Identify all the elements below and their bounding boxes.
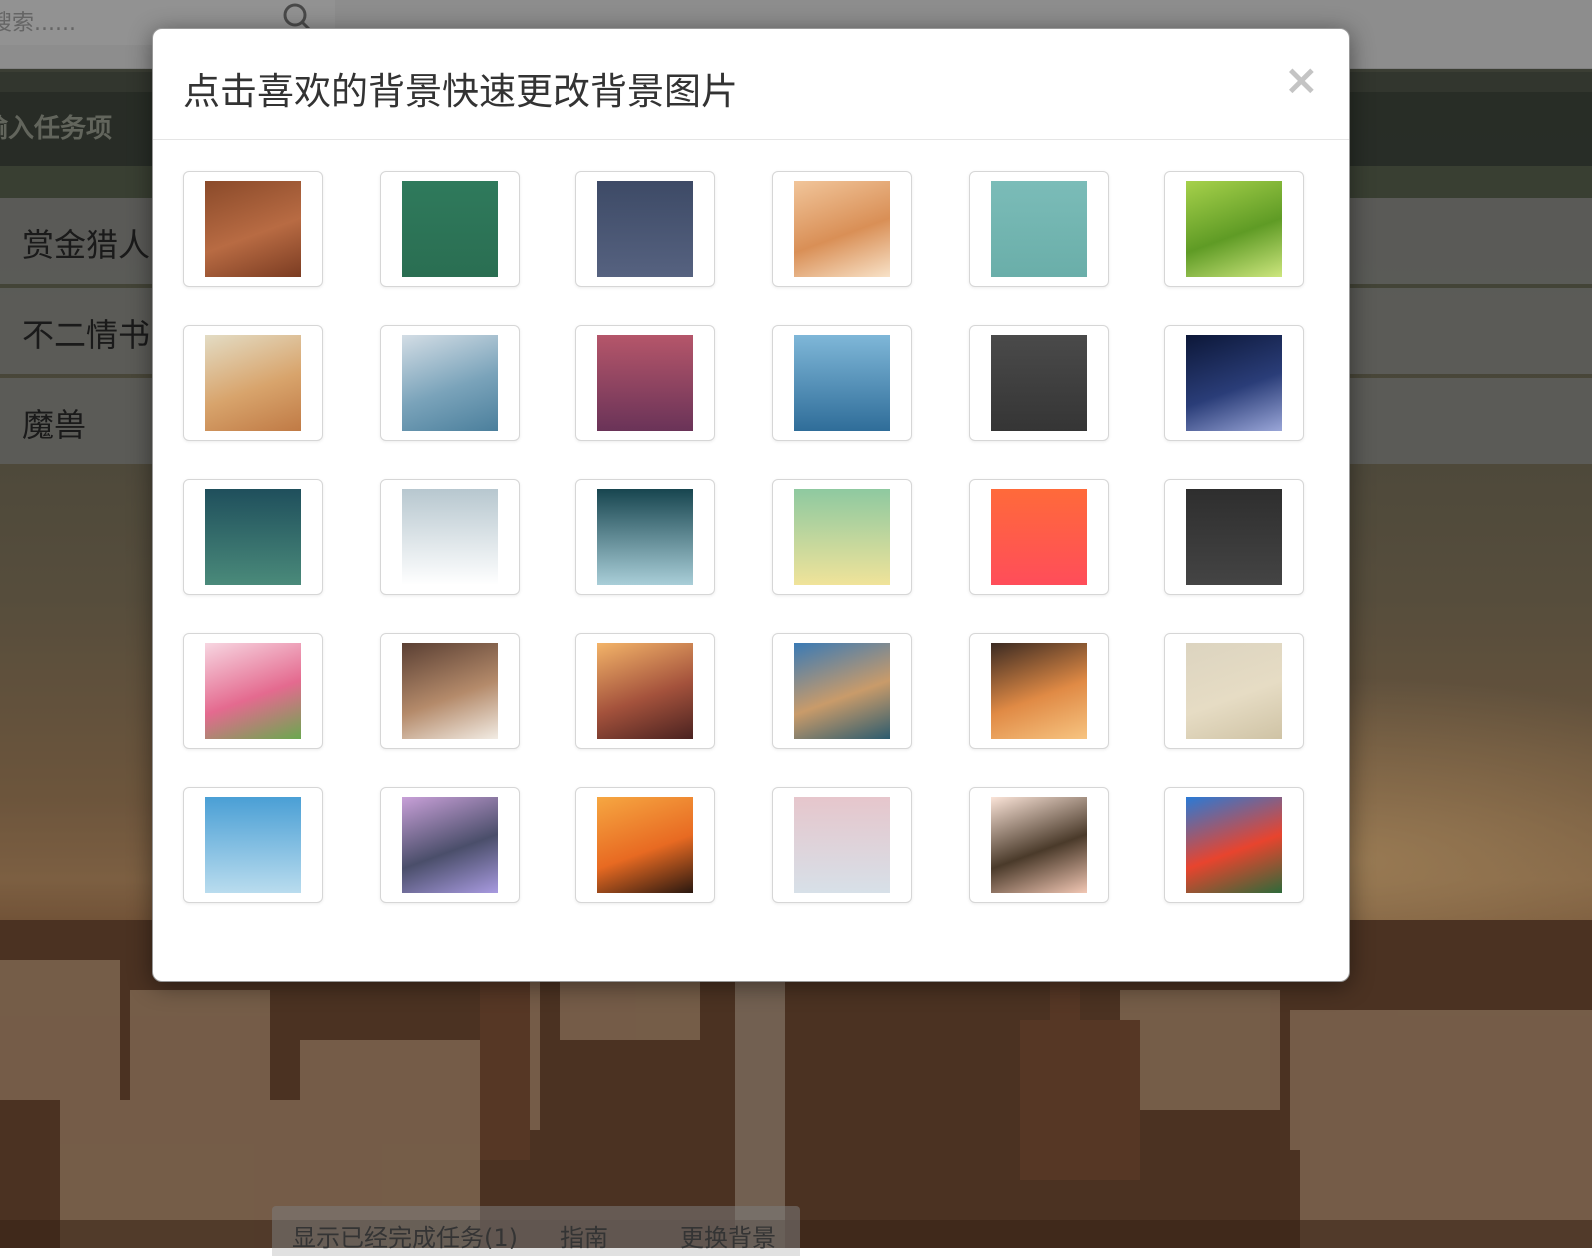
background-thumbnail-pink-tulips[interactable] — [183, 633, 323, 749]
background-thumbnail-purple-buildings[interactable] — [380, 787, 520, 903]
background-thumbnail-dark-wood[interactable] — [969, 325, 1109, 441]
background-preview-image — [794, 643, 890, 739]
background-preview-image — [402, 335, 498, 431]
background-preview-image — [597, 335, 693, 431]
background-preview-image — [597, 181, 693, 277]
background-preview-image — [794, 181, 890, 277]
background-thumbnail-mint-yellow[interactable] — [772, 479, 912, 595]
background-thumbnail-tv-tower[interactable] — [183, 325, 323, 441]
background-thumbnail-temple-sunset[interactable] — [575, 787, 715, 903]
background-thumbnail-sleeping-dog[interactable] — [380, 633, 520, 749]
background-thumbnail-city-street[interactable] — [969, 633, 1109, 749]
background-preview-image — [205, 797, 301, 893]
background-thumbnail-rain-drops[interactable] — [772, 325, 912, 441]
background-preview-image — [205, 643, 301, 739]
background-thumbnail-orange-red[interactable] — [969, 479, 1109, 595]
background-preview-image — [1186, 181, 1282, 277]
background-preview-image — [205, 181, 301, 277]
background-preview-image — [1186, 797, 1282, 893]
background-preview-image — [794, 489, 890, 585]
background-thumbnail-wood-brown[interactable] — [183, 171, 323, 287]
background-thumbnail-green-grass[interactable] — [1164, 171, 1304, 287]
background-picker-modal: 点击喜欢的背景快速更改背景图片 × — [152, 28, 1350, 982]
background-thumbnail-hot-air-balloons[interactable] — [1164, 787, 1304, 903]
background-preview-image — [991, 643, 1087, 739]
modal-title: 点击喜欢的背景快速更改背景图片 — [183, 70, 738, 113]
background-thumbnail-sleeping-cat[interactable] — [772, 171, 912, 287]
close-icon[interactable]: × — [1284, 55, 1319, 105]
background-preview-image — [1186, 335, 1282, 431]
background-thumbnail-teal-green[interactable] — [183, 479, 323, 595]
background-preview-image — [597, 797, 693, 893]
background-thumbnail-slate-blue[interactable] — [575, 171, 715, 287]
background-preview-image — [402, 797, 498, 893]
background-preview-image — [991, 489, 1087, 585]
background-thumbnail-teal-cartoon[interactable] — [969, 171, 1109, 287]
background-thumbnail-green-chalk[interactable] — [380, 171, 520, 287]
background-thumbnail-cherry-blossom[interactable] — [969, 787, 1109, 903]
background-preview-image — [794, 797, 890, 893]
background-preview-image — [991, 797, 1087, 893]
background-preview-image — [991, 335, 1087, 431]
background-preview-image — [991, 181, 1087, 277]
background-preview-image — [1186, 489, 1282, 585]
background-preview-image — [402, 181, 498, 277]
background-preview-image — [402, 489, 498, 585]
background-thumbnail-ocean-teal[interactable] — [575, 479, 715, 595]
background-preview-image — [205, 335, 301, 431]
background-thumbnail-sunset-city[interactable] — [575, 633, 715, 749]
background-preview-image — [794, 335, 890, 431]
background-preview-image — [597, 489, 693, 585]
background-thumbnail-charcoal[interactable] — [1164, 479, 1304, 595]
background-preview-image — [597, 643, 693, 739]
background-thumbnail-sky-sea[interactable] — [183, 787, 323, 903]
background-thumbnail-fog-white[interactable] — [380, 479, 520, 595]
background-thumbnail-venice-canal[interactable] — [772, 633, 912, 749]
background-thumbnail-frosty-plant[interactable] — [772, 787, 912, 903]
background-thumbnail-rose-purple[interactable] — [575, 325, 715, 441]
background-preview-image — [205, 489, 301, 585]
background-thumbnail-night-gradient[interactable] — [1164, 325, 1304, 441]
background-thumbnail-blue-haze[interactable] — [380, 325, 520, 441]
background-preview-image — [1186, 643, 1282, 739]
modal-header: 点击喜欢的背景快速更改背景图片 × — [153, 29, 1349, 140]
background-preview-image — [402, 643, 498, 739]
background-thumbnail-sand-beach[interactable] — [1164, 633, 1304, 749]
